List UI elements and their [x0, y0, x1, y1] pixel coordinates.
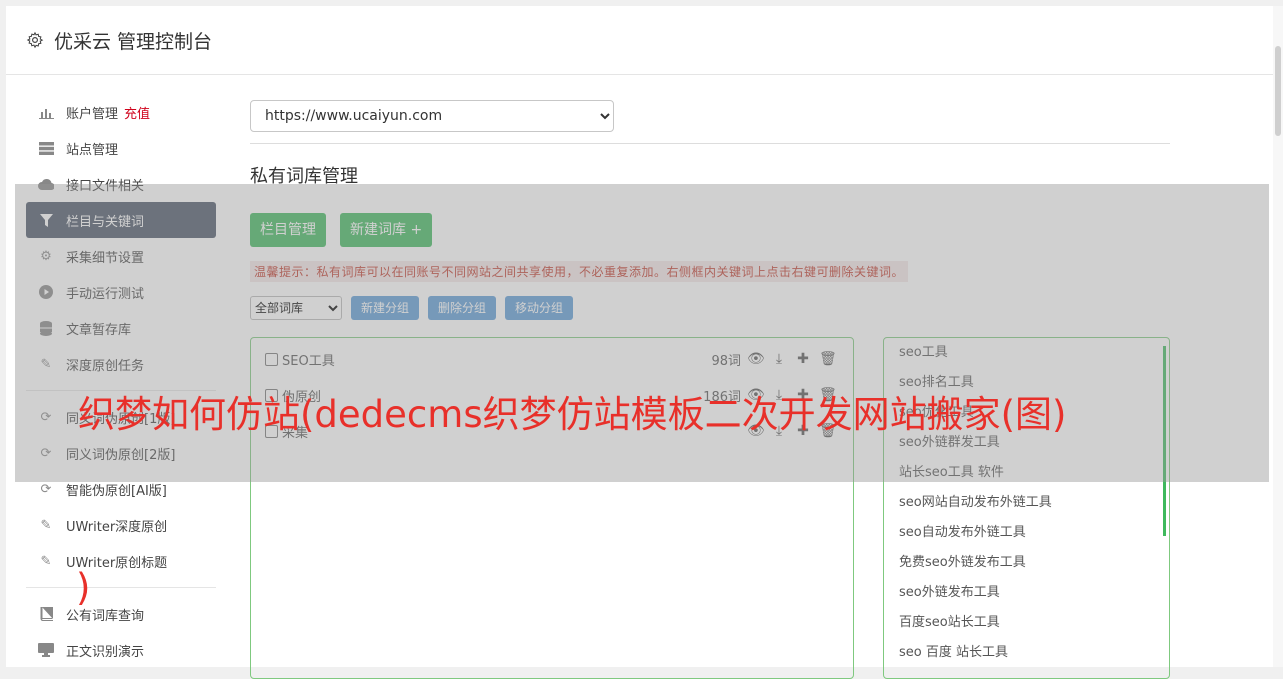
gear-icon: [26, 31, 44, 49]
section-divider: [250, 143, 1170, 144]
overlay-headline: 织梦如何仿站(dedecms织梦仿站模板二次开发网站搬家(图): [78, 393, 1067, 436]
page-scrollbar[interactable]: [1273, 6, 1283, 667]
sidebar-item-sites[interactable]: 站点管理: [26, 130, 216, 166]
keyword-item[interactable]: seo网站自动发布外链工具: [884, 488, 1169, 518]
sidebar-item-text-recognition[interactable]: 正文识别演示: [26, 632, 216, 668]
keyword-item[interactable]: 百度seo站长工具: [884, 608, 1169, 638]
sidebar-item-label: 正文识别演示: [66, 644, 145, 660]
sidebar-item-uwriter-deep[interactable]: ✎ UWriter深度原创: [26, 507, 216, 543]
edit-icon: ✎: [40, 517, 52, 533]
sidebar-divider: [26, 587, 216, 588]
overlay-headline-tail: ): [76, 566, 91, 609]
sidebar-item-label: 智能伪原创[AI版]: [66, 483, 167, 499]
sidebar-item-label: UWriter深度原创: [66, 519, 168, 535]
sidebar-item-uwriter-title[interactable]: ✎ UWriter原创标题: [26, 543, 216, 579]
server-icon: [38, 140, 54, 156]
keyword-item[interactable]: seo 百度 站长工具: [884, 638, 1169, 668]
monitor-icon: [38, 642, 54, 658]
recharge-link[interactable]: 充值: [124, 103, 150, 122]
site-select[interactable]: https://www.ucaiyun.com: [250, 100, 614, 132]
header-bar: 优采云 管理控制台: [6, 6, 1273, 75]
refresh-icon: ⟳: [40, 481, 52, 497]
keyword-item[interactable]: 免费seo外链发布工具: [884, 548, 1169, 578]
sidebar-item-account[interactable]: 账户管理 充值: [26, 94, 216, 130]
keyword-item[interactable]: seo自动发布外链工具: [884, 518, 1169, 548]
app-title: 优采云 管理控制台: [54, 30, 213, 53]
book-icon: [38, 606, 54, 622]
sidebar-item-label: 账户管理: [66, 106, 119, 122]
edit-icon: ✎: [40, 553, 52, 569]
sidebar-item-label: 站点管理: [66, 142, 119, 158]
keyword-item[interactable]: seo外链发布工具: [884, 578, 1169, 608]
sidebar-item-public-library[interactable]: 公有词库查询: [26, 596, 216, 632]
bar-chart-icon: [38, 104, 54, 120]
scrollbar-thumb[interactable]: [1275, 46, 1281, 136]
